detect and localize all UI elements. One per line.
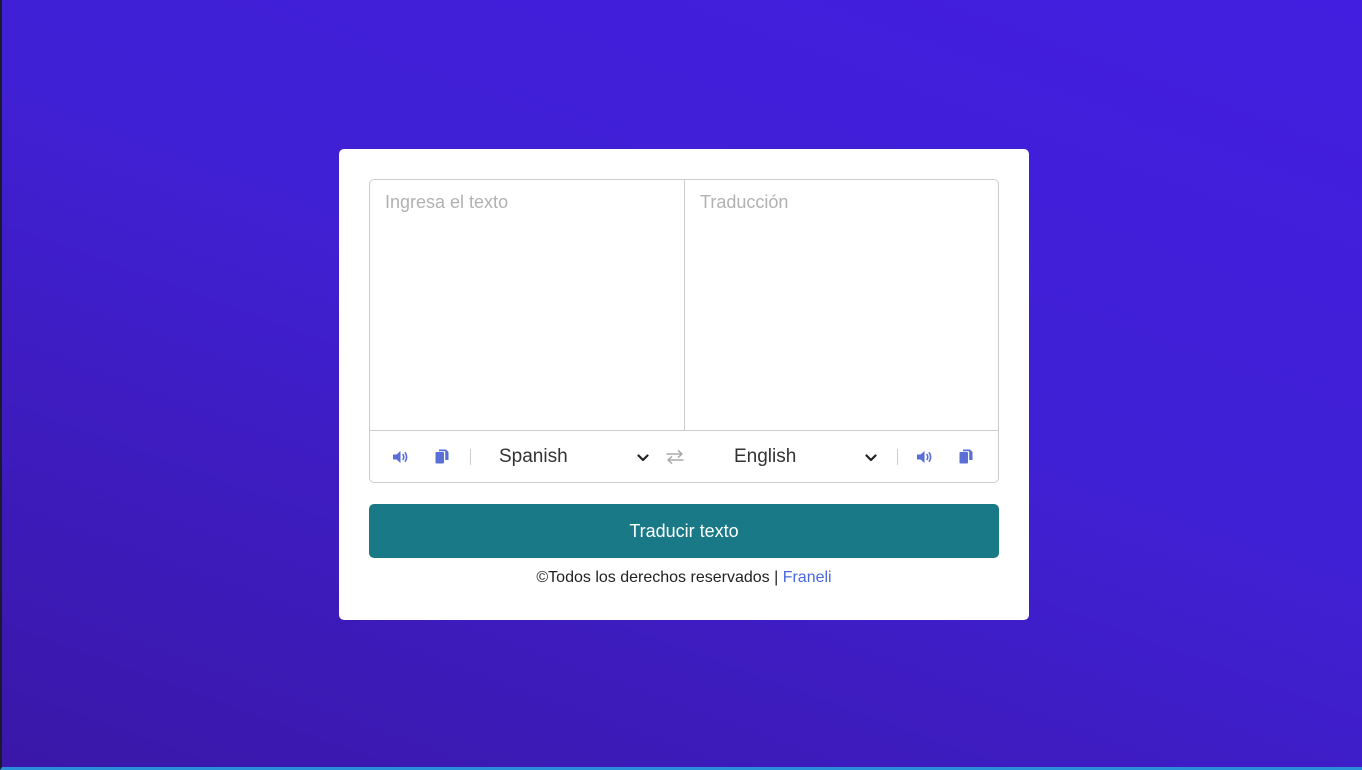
target-language-select[interactable]: English xyxy=(734,446,877,468)
source-text-input[interactable] xyxy=(370,180,684,430)
target-copy-icon[interactable] xyxy=(946,442,986,472)
source-language-select[interactable]: Spanish xyxy=(499,446,649,468)
target-controls: English xyxy=(694,446,986,468)
translated-text-output[interactable] xyxy=(684,180,998,430)
footer: ©Todos los derechos reservados | Franeli xyxy=(369,569,999,587)
target-icons xyxy=(897,448,986,465)
source-language-label: Spanish xyxy=(499,445,568,467)
translator-wrapper: Spanish English xyxy=(369,179,999,483)
source-controls: Spanish xyxy=(382,446,663,468)
target-speak-volume-icon[interactable] xyxy=(906,442,946,472)
swap-languages-exchange-icon[interactable] xyxy=(655,449,694,464)
translator-card: Spanish English xyxy=(339,149,1029,620)
chevron-down-icon xyxy=(637,446,649,468)
footer-text: ©Todos los derechos reservados | xyxy=(536,569,783,586)
source-speak-volume-icon[interactable] xyxy=(382,442,422,472)
target-language-label: English xyxy=(734,445,797,467)
text-input-area xyxy=(370,180,998,431)
source-copy-icon[interactable] xyxy=(422,442,462,472)
chevron-down-icon xyxy=(865,446,877,468)
source-icons xyxy=(382,448,471,465)
controls-bar: Spanish English xyxy=(370,431,998,482)
author-link[interactable]: Franeli xyxy=(783,569,832,586)
translate-button[interactable]: Traducir texto xyxy=(369,504,999,558)
